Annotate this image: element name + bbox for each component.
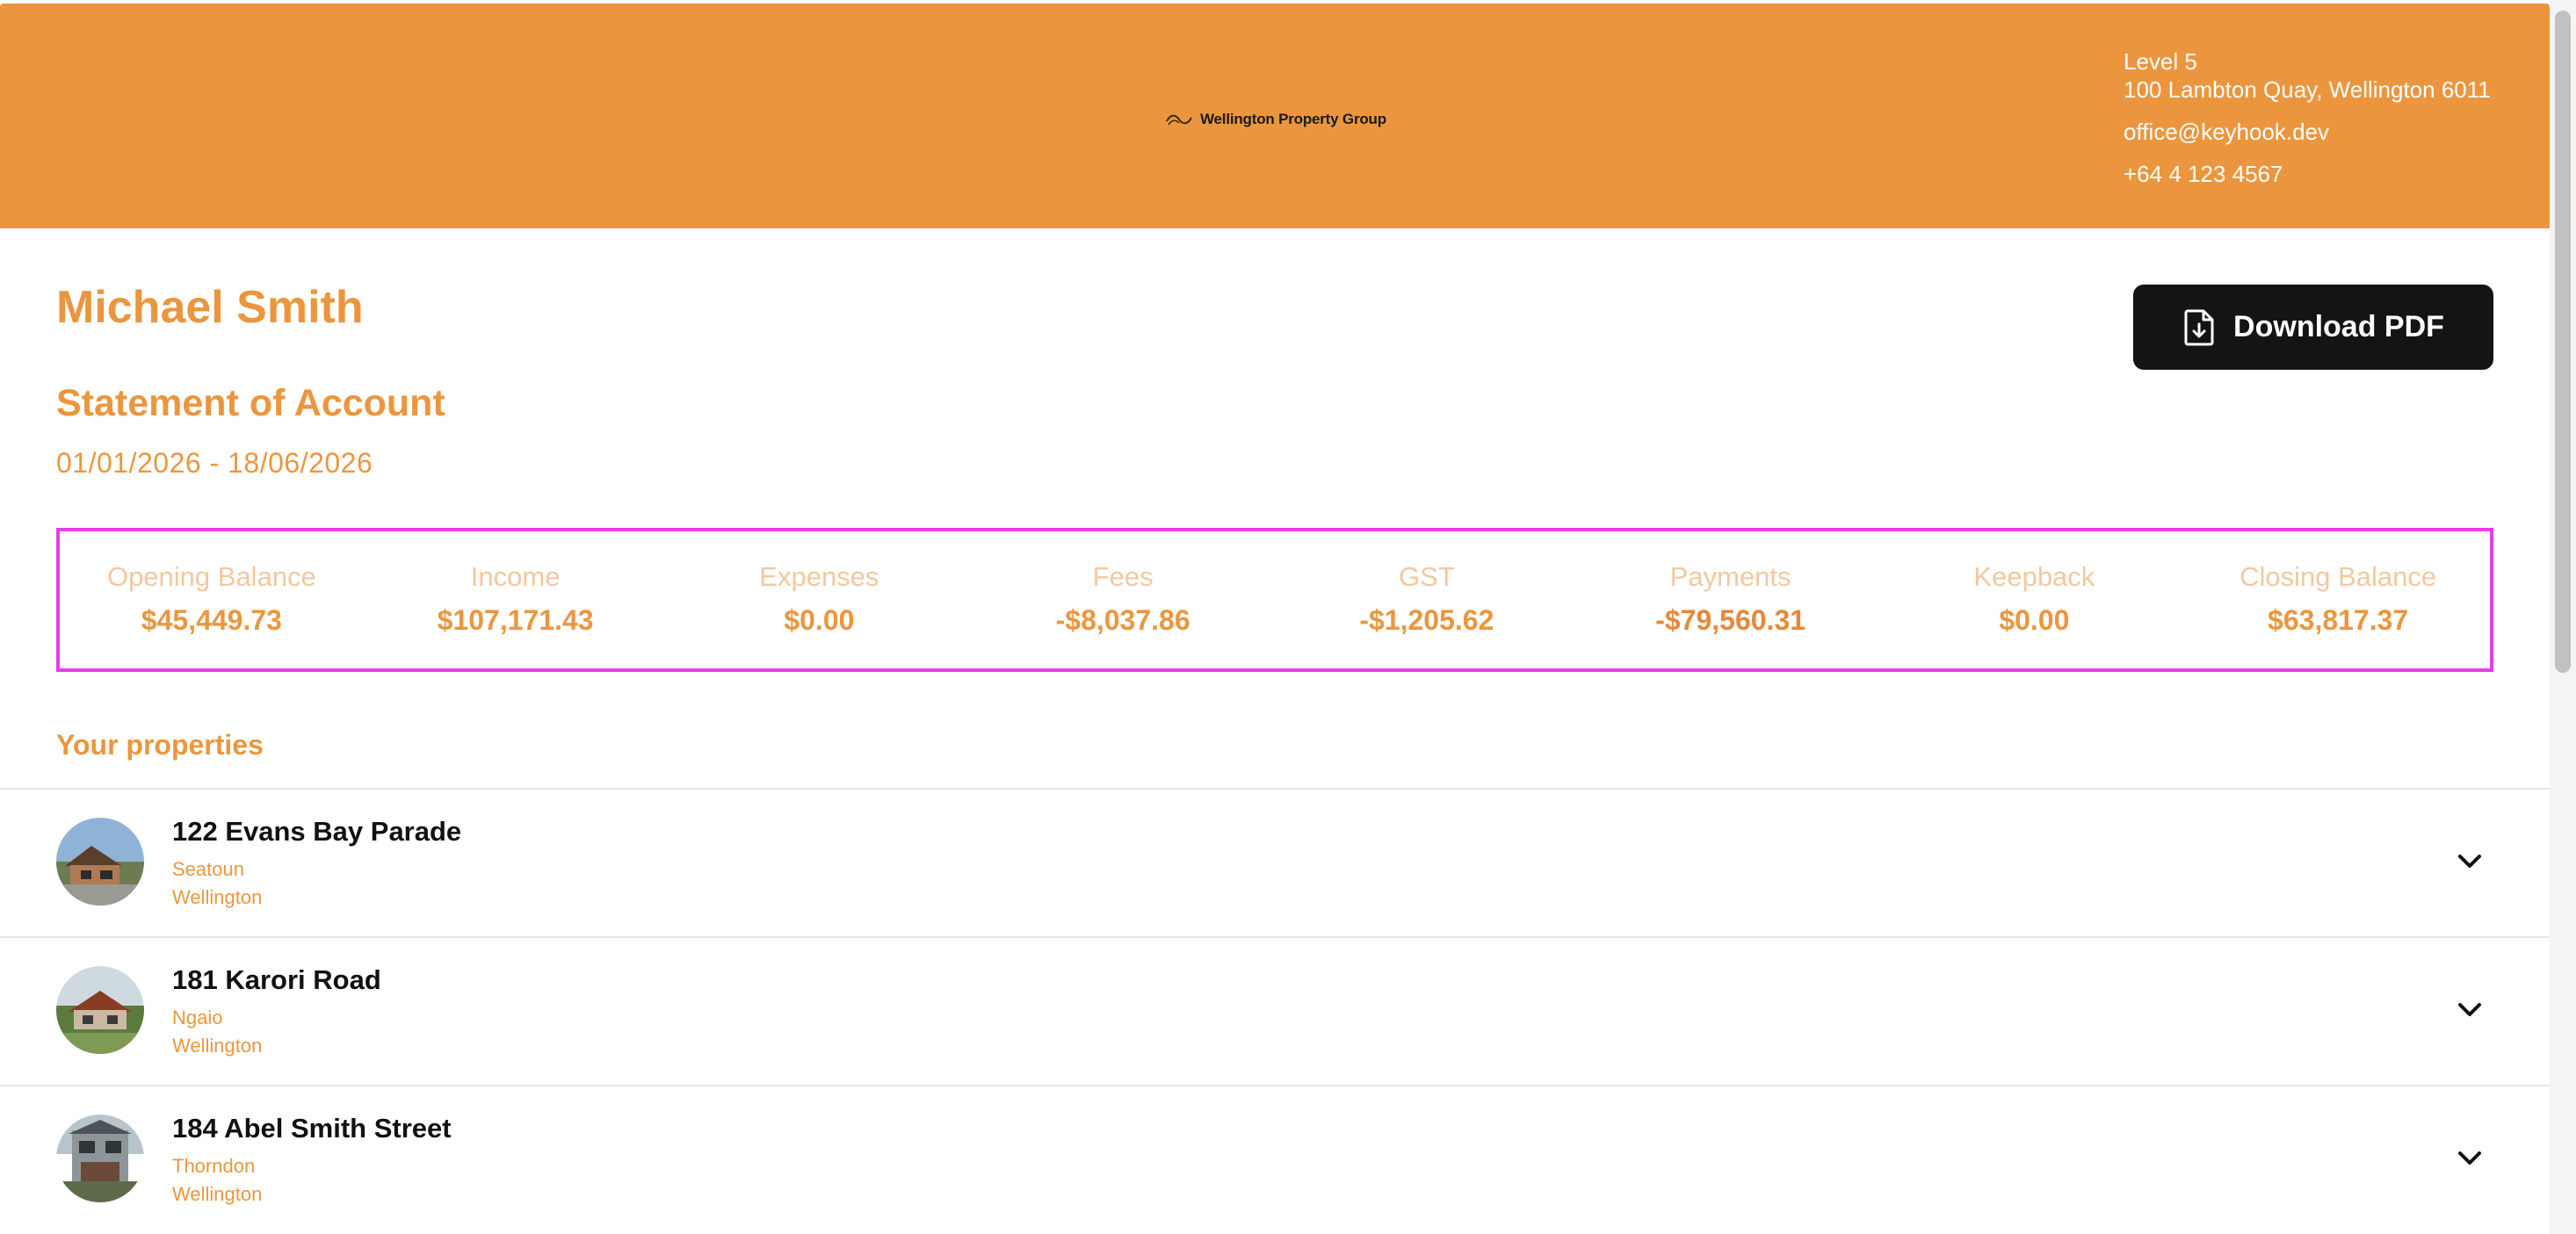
property-suburb: Seatoun bbox=[172, 858, 244, 880]
summary-opening-balance: Opening Balance $45,449.73 bbox=[60, 559, 364, 640]
contact-info: Level 5 100 Lambton Quay, Wellington 601… bbox=[2124, 47, 2491, 188]
summary-closing-balance: Closing Balance $63,817.37 bbox=[2186, 559, 2490, 640]
property-city: Wellington bbox=[172, 1183, 263, 1205]
statement-date-range: 01/01/2026 - 18/06/2026 bbox=[56, 447, 373, 479]
company-name: Wellington Property Group bbox=[1200, 111, 1386, 127]
header-banner: Wellington Property Group Level 5 100 La… bbox=[0, 4, 2550, 228]
property-row[interactable]: 181 Karori Road Ngaio Wellington bbox=[0, 936, 2550, 1085]
summary-label: GST bbox=[1399, 561, 1455, 592]
download-pdf-button[interactable]: Download PDF bbox=[2133, 285, 2493, 370]
summary-payments: Payments -$79,560.31 bbox=[1579, 559, 1883, 640]
property-suburb: Ngaio bbox=[172, 1007, 223, 1028]
summary-label: Closing Balance bbox=[2240, 561, 2437, 592]
chevron-down-icon[interactable] bbox=[2457, 1148, 2483, 1167]
account-summary: Opening Balance $45,449.73 Income $107,1… bbox=[56, 528, 2493, 672]
summary-value: $107,171.43 bbox=[437, 604, 594, 636]
property-row[interactable]: 184 Abel Smith Street Thorndon Wellingto… bbox=[0, 1085, 2550, 1233]
summary-label: Payments bbox=[1669, 561, 1791, 592]
statement-title: Statement of Account bbox=[56, 382, 445, 424]
summary-value: $0.00 bbox=[1999, 604, 2070, 636]
property-city: Wellington bbox=[172, 886, 263, 908]
summary-label: Fees bbox=[1092, 561, 1154, 592]
property-row[interactable]: 122 Evans Bay Parade Seatoun Wellington bbox=[0, 788, 2550, 936]
scrollbar-thumb[interactable] bbox=[2555, 11, 2571, 673]
summary-value: $63,817.37 bbox=[2268, 604, 2409, 636]
summary-income: Income $107,171.43 bbox=[364, 559, 668, 640]
summary-expenses: Expenses $0.00 bbox=[668, 559, 972, 640]
property-address: 122 Evans Bay Parade bbox=[172, 816, 462, 847]
property-suburb: Thorndon bbox=[172, 1155, 256, 1177]
company-logo[interactable]: Wellington Property Group bbox=[1165, 109, 1386, 130]
property-photo bbox=[56, 1115, 144, 1202]
property-photo bbox=[56, 818, 144, 906]
phone-number: +64 4 123 4567 bbox=[2124, 161, 2283, 187]
summary-value: -$8,037.86 bbox=[1055, 604, 1190, 636]
summary-label: Opening Balance bbox=[106, 561, 316, 592]
address-line-1: Level 5 bbox=[2124, 48, 2197, 75]
property-address: 181 Karori Road bbox=[172, 964, 381, 995]
summary-label: Expenses bbox=[759, 561, 879, 592]
chevron-down-icon[interactable] bbox=[2457, 999, 2483, 1019]
logo-icon bbox=[1166, 114, 1192, 126]
email-link[interactable]: office@keyhook.dev bbox=[2124, 118, 2491, 146]
property-address: 184 Abel Smith Street bbox=[172, 1113, 452, 1144]
summary-gst: GST -$1,205.62 bbox=[1275, 559, 1579, 640]
client-name: Michael Smith bbox=[56, 282, 364, 333]
chevron-down-icon[interactable] bbox=[2457, 851, 2483, 870]
address-line-2: 100 Lambton Quay, Wellington 6011 bbox=[2124, 76, 2491, 103]
summary-value: $45,449.73 bbox=[141, 604, 282, 636]
summary-label: Income bbox=[470, 561, 561, 592]
download-pdf-label: Download PDF bbox=[2233, 310, 2444, 343]
summary-fees: Fees -$8,037.86 bbox=[971, 559, 1275, 640]
property-list: 122 Evans Bay Parade Seatoun Wellington bbox=[0, 788, 2550, 1233]
summary-value: -$1,205.62 bbox=[1359, 604, 1494, 636]
property-photo bbox=[56, 966, 144, 1054]
property-city: Wellington bbox=[172, 1035, 263, 1057]
summary-label: Keepback bbox=[1973, 561, 2095, 592]
file-download-icon bbox=[2184, 309, 2214, 345]
summary-keepback: Keepback $0.00 bbox=[1883, 559, 2187, 640]
summary-value: -$79,560.31 bbox=[1655, 604, 1806, 636]
properties-heading: Your properties bbox=[56, 729, 264, 761]
summary-value: $0.00 bbox=[784, 604, 855, 636]
statement-page: Wellington Property Group Level 5 100 La… bbox=[0, 0, 2550, 1234]
